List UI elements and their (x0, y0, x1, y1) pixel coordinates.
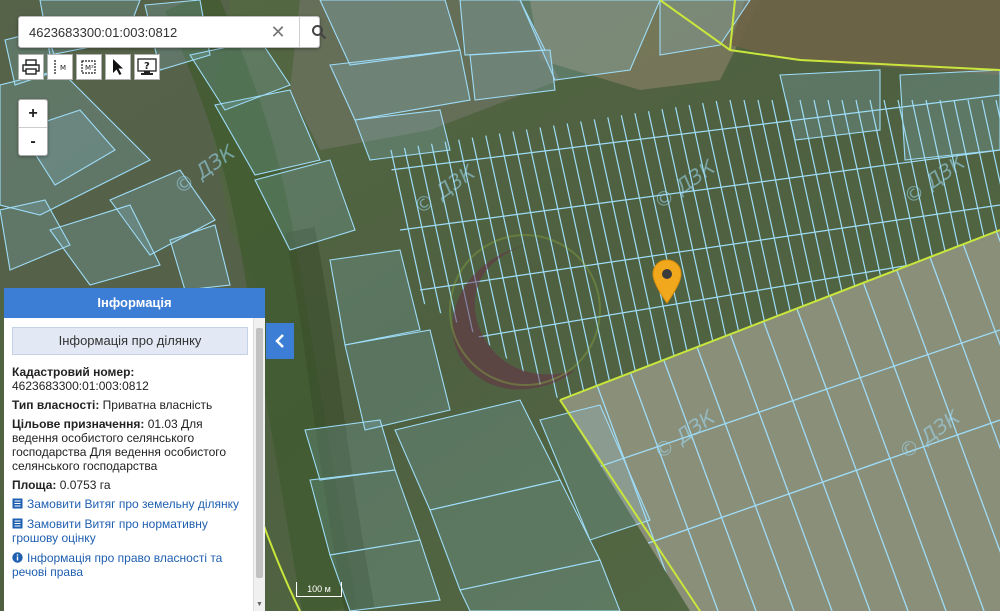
purpose-row: Цільове призначення: 01.03 Для ведення о… (12, 417, 248, 473)
cadastral-row: Кадастровий номер: 4623683300:01:003:081… (12, 365, 248, 393)
area-label: Площа: (12, 478, 57, 492)
cadastral-label: Кадастровий номер: (12, 365, 135, 379)
ownership-rights-label: Інформація про право власності та речові… (12, 551, 223, 579)
measure-area-button[interactable]: M² (76, 54, 102, 80)
search-box: ✕ (18, 16, 327, 48)
clear-search-icon[interactable]: ✕ (269, 23, 287, 41)
map-toolbar: M M² ? (18, 54, 160, 82)
ownership-label: Тип власності: (12, 398, 100, 412)
cadastral-value: 4623683300:01:003:0812 (12, 379, 149, 393)
print-button[interactable] (18, 54, 44, 80)
identify-button[interactable]: ? (134, 54, 160, 80)
parcel-info-heading: Інформація про ділянку (12, 327, 248, 355)
measure-area-icon: M² (81, 60, 96, 74)
zoom-control: + - (18, 99, 48, 156)
search-button[interactable] (299, 17, 338, 47)
search-input[interactable] (19, 17, 265, 47)
measure-length-button[interactable]: M (47, 54, 73, 80)
ownership-row: Тип власності: Приватна власність (12, 398, 248, 412)
order-extract-valuation-link[interactable]: Замовити Витяг про нормативну грошову оц… (12, 517, 248, 545)
order-extract-parcel-link[interactable]: Замовити Витяг про земельну ділянку (12, 497, 248, 511)
order-extract-valuation-label: Замовити Витяг про нормативну грошову оц… (12, 517, 208, 545)
area-row: Площа: 0.0753 га (12, 478, 248, 492)
info-panel: Інформація Інформація про ділянку Кадаст… (4, 288, 265, 611)
svg-text:M: M (60, 64, 66, 72)
pointer-button[interactable] (105, 54, 131, 80)
ownership-rights-link[interactable]: Інформація про право власності та речові… (12, 551, 248, 579)
document-icon (12, 518, 23, 529)
panel-scrollbar[interactable]: ▼ (253, 318, 265, 611)
search-icon (312, 25, 327, 40)
svg-text:M²: M² (85, 64, 94, 72)
purpose-label: Цільове призначення: (12, 417, 145, 431)
print-icon (22, 59, 40, 75)
area-value: 0.0753 га (59, 478, 111, 492)
identify-icon: ? (137, 58, 157, 75)
scrollbar-thumb[interactable] (256, 328, 263, 578)
scroll-down-icon[interactable]: ▼ (255, 601, 264, 609)
scale-bar: 100 м (296, 582, 342, 597)
collapse-panel-button[interactable] (266, 323, 294, 359)
zoom-in-button[interactable]: + (19, 100, 47, 128)
svg-text:?: ? (144, 61, 150, 72)
panel-title: Інформація (4, 288, 265, 318)
location-marker-icon[interactable] (652, 259, 682, 305)
info-icon (12, 552, 23, 563)
order-extract-parcel-label: Замовити Витяг про земельну ділянку (27, 497, 240, 511)
pointer-icon (113, 59, 123, 75)
document-icon (12, 498, 23, 509)
measure-length-icon: M (54, 60, 66, 74)
zoom-out-button[interactable]: - (19, 128, 47, 155)
chevron-left-icon (275, 334, 284, 348)
ownership-value: Приватна власність (102, 398, 213, 412)
panel-body: Інформація про ділянку Кадастровий номер… (4, 318, 254, 611)
